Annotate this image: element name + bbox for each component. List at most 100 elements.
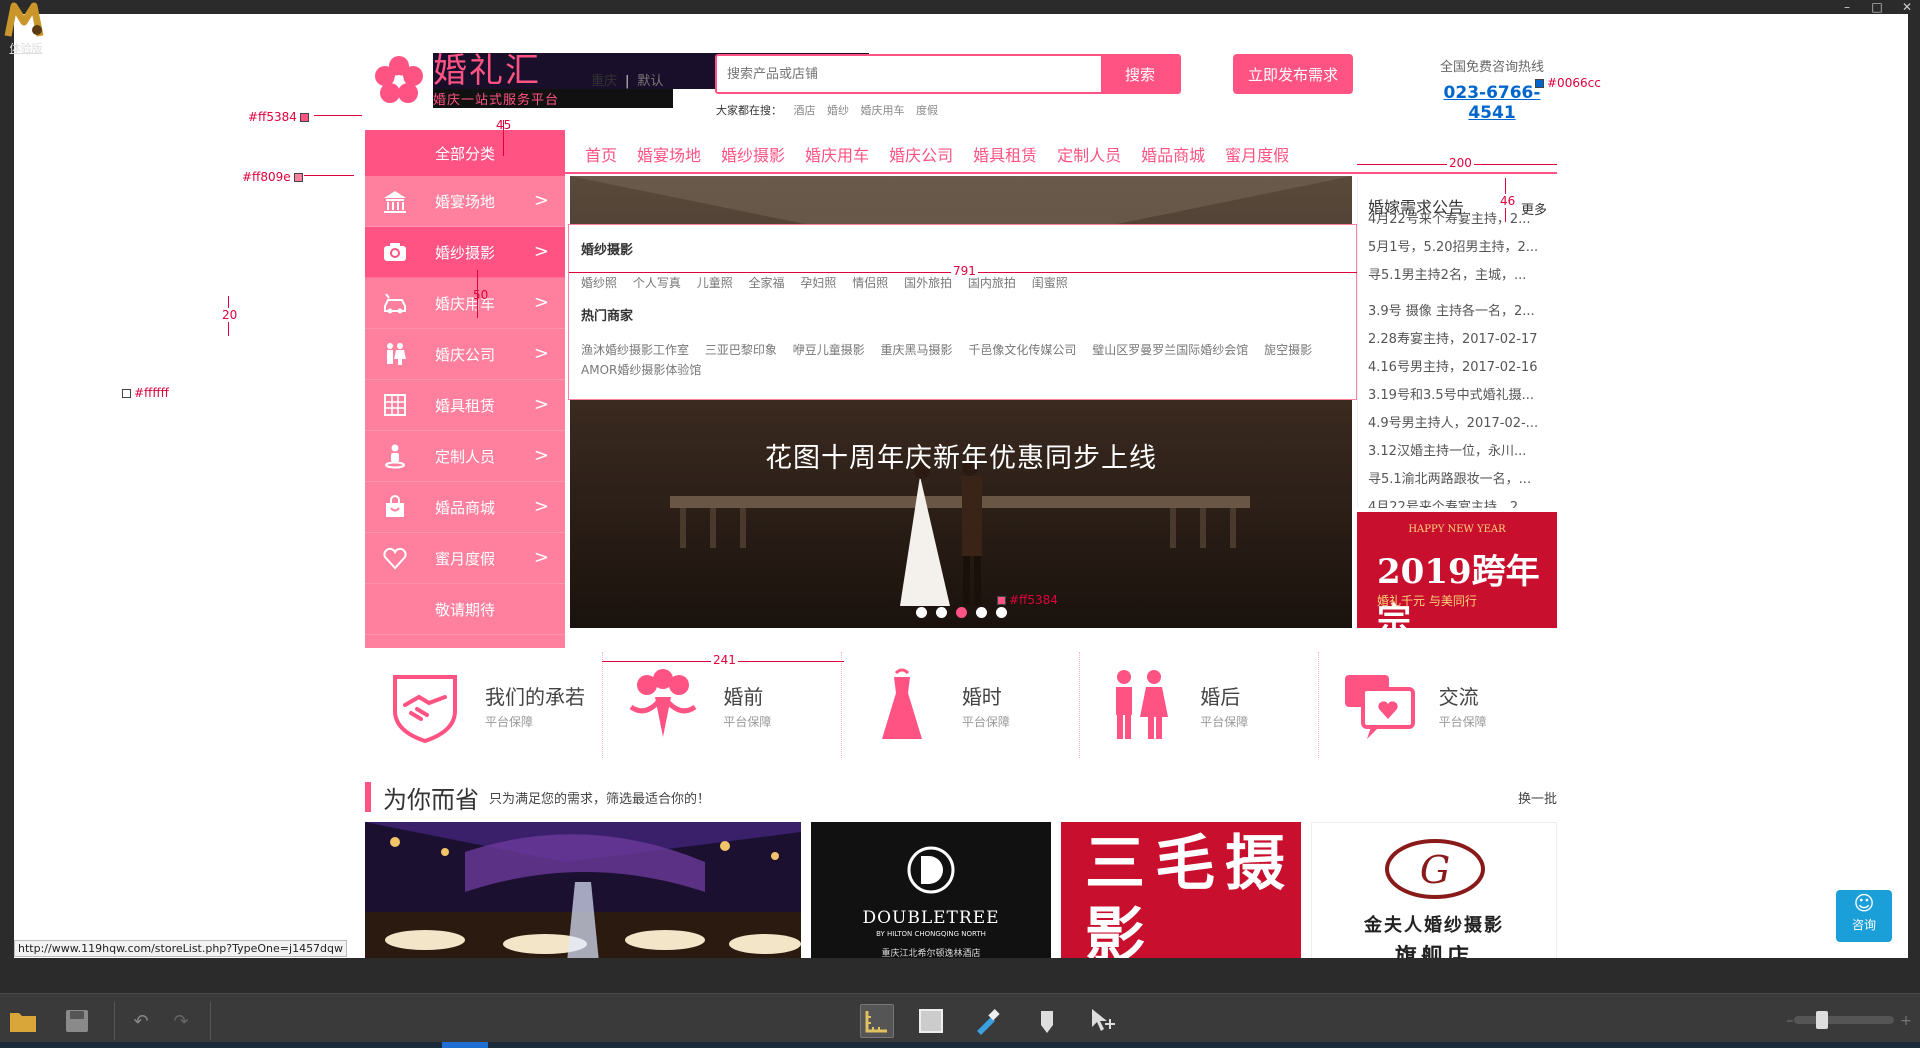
merchant-link[interactable]: 旎空摄影 (1264, 343, 1312, 357)
merchant-link[interactable]: 千邑像文化传媒公司 (968, 343, 1076, 357)
nav-link-photo[interactable]: 婚纱摄影 (721, 142, 785, 166)
merchant-link[interactable]: 重庆黑马摄影 (881, 343, 953, 357)
guarantee-item[interactable]: 我们的承若 平台保障 (365, 652, 604, 758)
sidebar-item-car[interactable]: 婚庆用车 > (365, 278, 565, 329)
city-selector[interactable]: 重庆 | 默认 (591, 70, 663, 89)
move-tool-button[interactable] (1086, 1004, 1120, 1038)
merchant-link[interactable]: 三亚巴黎印象 (705, 343, 777, 357)
nav-link-staff[interactable]: 定制人员 (1057, 142, 1121, 166)
sidebar-item-honeymoon[interactable]: 蜜月度假 > (365, 533, 565, 584)
nav-link-company[interactable]: 婚庆公司 (889, 142, 953, 166)
city-name[interactable]: 重庆 (591, 74, 617, 89)
nav-link-rental[interactable]: 婚具租赁 (973, 142, 1037, 166)
taskbar-active-item[interactable] (442, 1042, 488, 1048)
type-link[interactable]: 国内旅拍 (968, 276, 1016, 290)
sidebar-item-photo[interactable]: 婚纱摄影 > (365, 227, 565, 278)
all-categories[interactable]: 全部分类 (365, 130, 565, 176)
banquet-image (365, 822, 801, 958)
hot-term[interactable]: 酒店 (794, 104, 816, 117)
save-button[interactable] (60, 1004, 94, 1038)
nav-link-home[interactable]: 首页 (585, 142, 617, 166)
hot-term[interactable]: 婚庆用车 (861, 104, 905, 117)
chevron-right-icon: > (533, 547, 549, 568)
notice-item[interactable]: 3.19号和3.5号中式婚礼摄... (1358, 382, 1557, 410)
zoom-slider[interactable] (1794, 1016, 1894, 1024)
tile-sanmao-photo[interactable]: 三毛摄影 (1061, 822, 1301, 958)
tile-doubletree[interactable]: DOUBLETREE BY HILTON CHONGQING NORTH 重庆江… (811, 822, 1051, 958)
nav-link-car[interactable]: 婚庆用车 (805, 142, 869, 166)
tile-banquet-hall[interactable] (365, 822, 801, 958)
type-link[interactable]: 儿童照 (697, 276, 733, 290)
marker-tool-button[interactable] (1030, 1004, 1064, 1038)
notice-board: 婚嫁需求公告 更多 4月22号来个寿宴主持，2... 5月1号，5.20招男主持… (1357, 178, 1557, 508)
undo-button[interactable]: ↶ (124, 1004, 158, 1038)
zoom-in-button[interactable]: + (1896, 1004, 1916, 1038)
type-link[interactable]: 婚纱照 (581, 276, 617, 290)
notice-item[interactable]: 寻5.1男主持2名，主城，... (1358, 262, 1557, 290)
sidebar-item-label: 婚庆公司 (435, 345, 496, 364)
type-link[interactable]: 孕妇照 (800, 276, 836, 290)
notice-item[interactable]: 4月22号来个寿宴主持，2... (1358, 494, 1557, 508)
open-folder-button[interactable] (6, 1004, 40, 1038)
city-default[interactable]: 默认 (637, 74, 663, 89)
chevron-right-icon: > (533, 241, 549, 262)
ruler-tool-button[interactable] (860, 1004, 894, 1038)
rectangle-tool-button[interactable] (914, 1004, 948, 1038)
tile-jinfuren[interactable]: G 金夫人婚纱摄影 旗舰店 (1311, 822, 1557, 958)
sidebar-item-mall[interactable]: 婚品商城 > (365, 482, 565, 533)
carousel-dot[interactable] (976, 607, 987, 618)
type-link[interactable]: 国外旅拍 (904, 276, 952, 290)
type-link[interactable]: 全家福 (749, 276, 785, 290)
version-label[interactable]: 体验版 (4, 40, 48, 56)
merchant-link[interactable]: 璧山区罗曼罗兰国际婚纱会馆 (1092, 343, 1248, 357)
color-annotation: #ff809e (242, 170, 303, 184)
carousel-dot[interactable] (996, 607, 1007, 618)
sidebar-item-company[interactable]: 婚庆公司 > (365, 329, 565, 380)
zoom-slider-handle[interactable] (1816, 1011, 1828, 1029)
notice-item[interactable]: 2.28寿宴主持，2017-02-17 (1358, 326, 1557, 354)
chat-bubble-icon: ☺ (1853, 891, 1875, 915)
guarantee-item[interactable]: 交流 平台保障 (1319, 652, 1557, 758)
guarantee-item[interactable]: 婚时 平台保障 (842, 652, 1081, 758)
merchant-link[interactable]: 咿豆儿童摄影 (793, 343, 865, 357)
type-link[interactable]: 个人写真 (633, 276, 681, 290)
consult-button[interactable]: ☺ 咨询 (1836, 890, 1892, 942)
notice-item[interactable]: 4.9号男主持人，2017-02-... (1358, 410, 1557, 438)
hot-term[interactable]: 度假 (916, 104, 938, 117)
notice-item[interactable]: 寻5.1渝北两路跟妆一名，... (1358, 466, 1557, 494)
search-input[interactable] (717, 56, 1101, 92)
merchant-link[interactable]: AMOR婚纱摄影体验馆 (581, 363, 701, 377)
carousel-dot[interactable] (936, 607, 947, 618)
nav-link-honeymoon[interactable]: 蜜月度假 (1225, 142, 1289, 166)
type-link[interactable]: 情侣照 (852, 276, 888, 290)
redo-button[interactable]: ↷ (164, 1004, 198, 1038)
hot-term[interactable]: 婚纱 (827, 104, 849, 117)
nav-link-mall[interactable]: 婚品商城 (1141, 142, 1205, 166)
sidebar-item-rental[interactable]: 婚具租赁 > (365, 380, 565, 431)
guarantee-item[interactable]: 婚前 平台保障 (603, 652, 842, 758)
publish-request-button[interactable]: 立即发布需求 (1233, 54, 1353, 94)
minimize-button[interactable]: – (1840, 0, 1854, 14)
minus-icon: – (1786, 1013, 1794, 1029)
notice-item[interactable]: 3.9号 摄像 主持各一名，2... (1358, 298, 1557, 326)
carousel-dot-active[interactable] (956, 607, 967, 618)
sidebar-item-venue[interactable]: 婚宴场地 > (365, 176, 565, 227)
svg-text:G: G (1420, 848, 1450, 892)
notice-item[interactable]: 3.12汉婚主持一位，永川... (1358, 438, 1557, 466)
notice-item[interactable]: 5月1号，5.20招男主持，2... (1358, 234, 1557, 262)
notice-item[interactable]: 4.16号男主持，2017-02-16 (1358, 354, 1557, 382)
guarantee-item[interactable]: 婚后 平台保障 (1080, 652, 1319, 758)
maximize-button[interactable]: □ (1870, 0, 1884, 14)
carousel-dot[interactable] (916, 607, 927, 618)
close-button[interactable]: ✕ (1900, 0, 1914, 14)
sidebar-item-staff[interactable]: 定制人员 > (365, 431, 565, 482)
app-logo[interactable]: 体验版 (4, 2, 48, 55)
notice-item[interactable]: 4月22号来个寿宴主持，2... (1358, 206, 1557, 234)
type-link[interactable]: 闺蜜照 (1032, 276, 1068, 290)
new-year-ad[interactable]: HAPPY NEW YEAR 2019跨年宗 婚礼千元 与美同行 (1357, 512, 1557, 628)
nav-link-venue[interactable]: 婚宴场地 (637, 142, 701, 166)
refresh-link[interactable]: 换一批 (1518, 788, 1557, 807)
search-button[interactable]: 搜索 (1101, 56, 1179, 92)
merchant-link[interactable]: 渔沐婚纱摄影工作室 (581, 343, 689, 357)
color-picker-button[interactable] (970, 1004, 1004, 1038)
